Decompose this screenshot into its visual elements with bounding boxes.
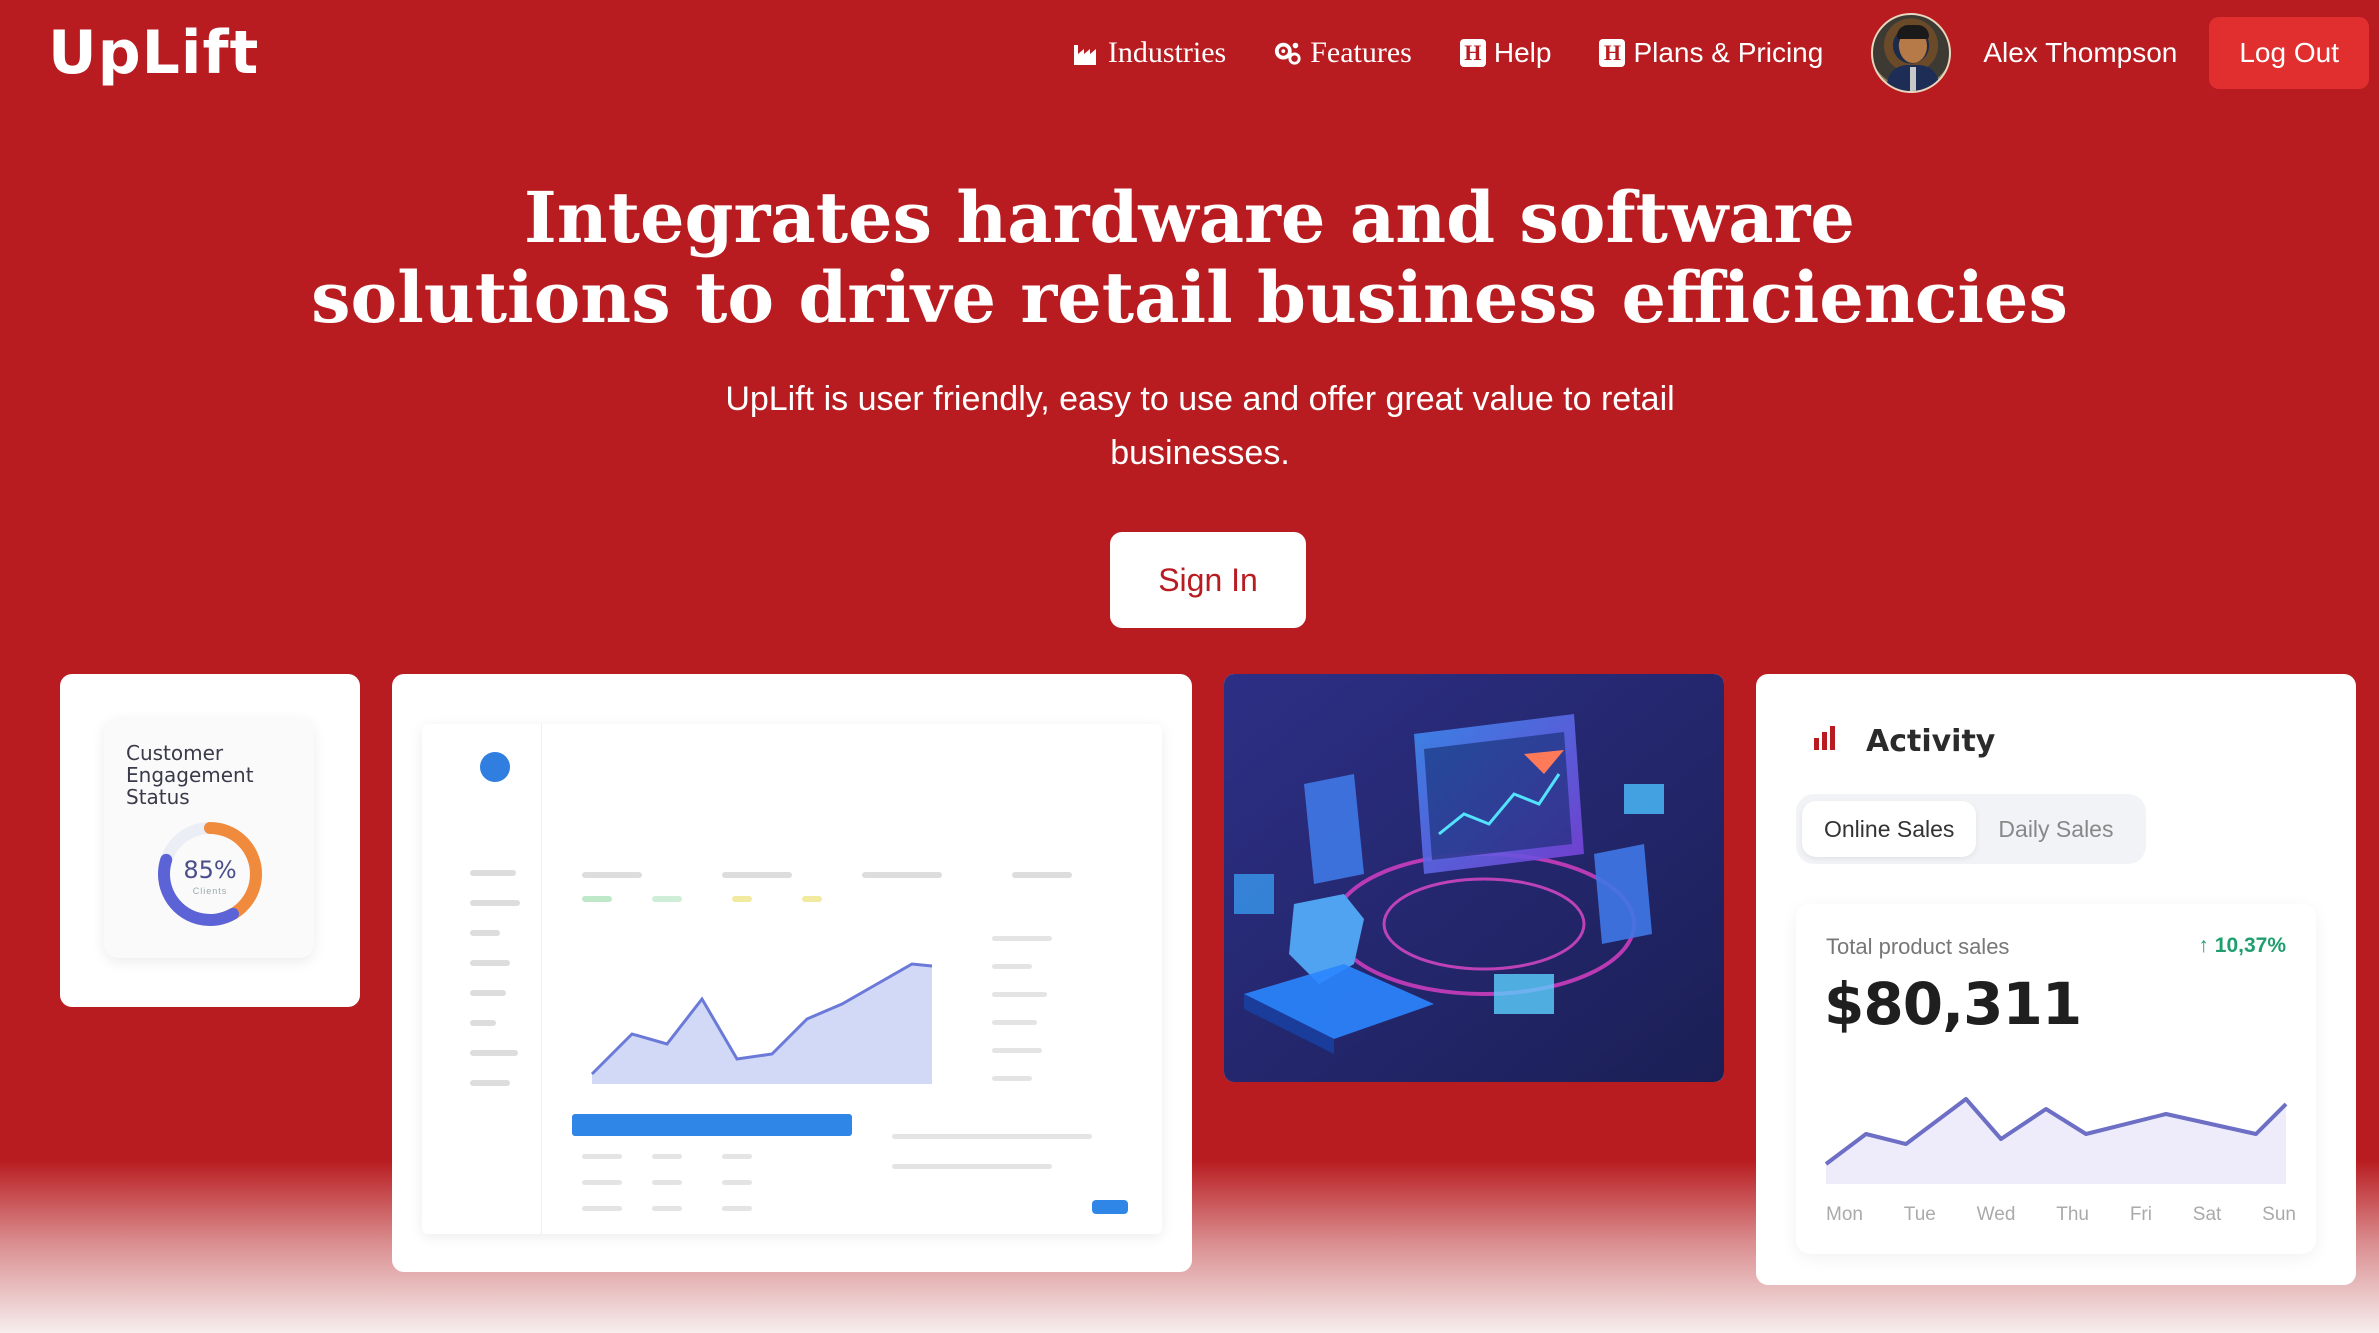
nav-pricing[interactable]: H Plans & Pricing: [1599, 37, 1823, 69]
sign-in-button[interactable]: Sign In: [1110, 532, 1306, 628]
dashboard-mockup: [422, 724, 1162, 1234]
nav-help[interactable]: H Help: [1459, 36, 1552, 69]
dashboard-area-chart: [590, 962, 933, 1084]
engagement-widget: Customer Engagement Status 85% Clients: [104, 718, 314, 958]
dashboard-highlight-bar: [572, 1114, 852, 1136]
dashboard-sidebar: [422, 724, 542, 1234]
engagement-title: Customer Engagement Status: [126, 741, 254, 809]
logout-button[interactable]: Log Out: [2209, 16, 2369, 89]
hero-title: Integrates hardware and software solutio…: [0, 178, 2379, 338]
activity-title: Activity: [1866, 724, 1996, 759]
hero-title-line-1: Integrates hardware and software: [524, 176, 1855, 259]
day-label: Tue: [1903, 1204, 1936, 1225]
gears-icon: [1274, 39, 1302, 67]
hero-title-line-2: solutions to drive retail business effic…: [311, 256, 2068, 339]
day-label: Thu: [2056, 1204, 2089, 1225]
weekly-sales-line-chart: [1824, 1097, 2288, 1184]
tab-online-sales[interactable]: Online Sales: [1802, 801, 1977, 857]
hardware-illustration-card: [1224, 674, 1724, 1082]
help-h-icon: H: [1459, 38, 1486, 67]
day-label: Sat: [2192, 1204, 2222, 1225]
weekday-axis: Mon Tue Wed Thu Fri Sat Sun: [1826, 1204, 2296, 1226]
total-sales-label: Total product sales: [1826, 934, 2010, 959]
arrow-up-icon: ↑: [2198, 934, 2209, 957]
day-label: Mon: [1826, 1204, 1863, 1225]
top-nav: UpLift Industries Features H Help H Plan…: [0, 0, 2379, 105]
day-label: Wed: [1976, 1204, 2016, 1225]
nav-links: Industries Features H Help H Plans & Pri…: [1072, 0, 2379, 105]
user-name[interactable]: Alex Thompson: [1983, 37, 2177, 69]
sales-change: ↑ 10,37%: [2198, 934, 2286, 958]
nav-features[interactable]: Features: [1274, 36, 1412, 70]
nav-help-label: Help: [1493, 36, 1552, 68]
isometric-tech-illustration: [1224, 674, 1724, 1082]
tab-daily-sales[interactable]: Daily Sales: [1976, 801, 2135, 857]
hero-subtitle: UpLift is user friendly, easy to use and…: [725, 380, 1675, 472]
activity-card: Activity Online Sales Daily Sales Total …: [1756, 674, 2356, 1285]
total-sales-value: $80,311: [1824, 970, 2082, 1038]
factory-icon: [1072, 39, 1100, 67]
engagement-value: 85%: [183, 856, 237, 884]
dashboard-logo-dot: [480, 752, 510, 782]
engagement-card: Customer Engagement Status 85% Clients: [60, 674, 360, 1007]
day-label: Fri: [2129, 1204, 2152, 1225]
nav-features-label: Features: [1310, 35, 1412, 69]
sales-tabs: Online Sales Daily Sales: [1796, 794, 2146, 864]
day-label: Sun: [2262, 1204, 2296, 1225]
uplift-logo[interactable]: UpLift: [48, 18, 259, 88]
nav-industries[interactable]: Industries: [1072, 36, 1226, 70]
sales-summary: Total product sales ↑ 10,37% $80,311 Mon…: [1796, 904, 2316, 1254]
sales-change-value: 10,37%: [2214, 934, 2286, 957]
dashboard-preview-card: [392, 674, 1192, 1272]
pricing-h-icon: H: [1599, 38, 1626, 67]
user-avatar[interactable]: [1871, 12, 1952, 93]
nav-pricing-label: Plans & Pricing: [1633, 36, 1824, 68]
nav-industries-label: Industries: [1107, 35, 1227, 69]
bar-chart-icon: [1812, 726, 1838, 755]
engagement-sublabel: Clients: [192, 886, 228, 896]
